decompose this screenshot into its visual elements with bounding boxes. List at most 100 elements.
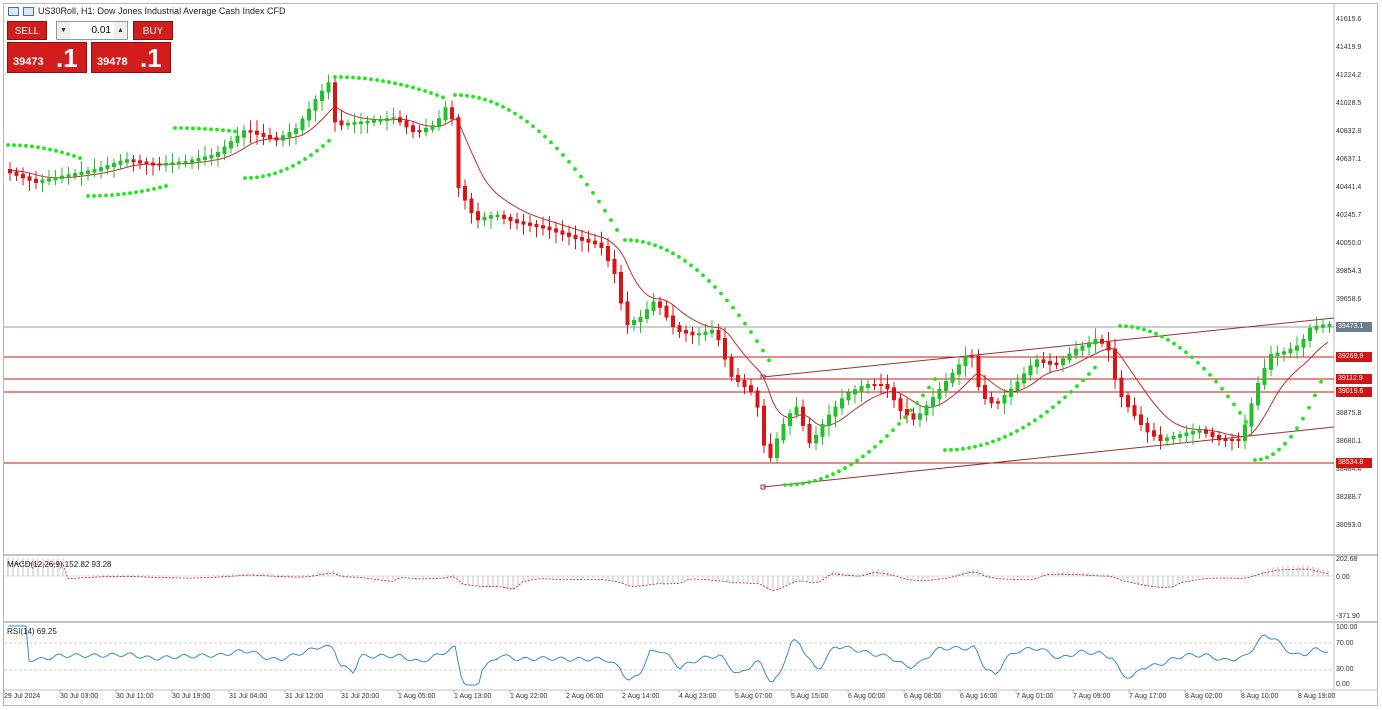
candle-body (131, 159, 136, 163)
sar-dot (152, 186, 156, 191)
sar-dot (1313, 393, 1317, 398)
sar-dot (783, 483, 787, 487)
candle-body (1282, 351, 1286, 355)
sar-dot (683, 258, 687, 263)
candle-body (177, 161, 181, 165)
sar-dot (561, 153, 565, 157)
sar-dot (1190, 355, 1194, 360)
price-tick-label: 38093.0 (1336, 522, 1362, 529)
candle-body (1249, 403, 1254, 427)
sar-dot (36, 145, 40, 150)
sar-dot (12, 143, 16, 147)
sar-dot (351, 75, 355, 80)
price-tick-label: 41419.9 (1336, 44, 1362, 51)
candle-body (853, 389, 857, 395)
sar-dot (203, 126, 207, 131)
rsi-tick-label: 100.00 (1336, 624, 1358, 631)
sar-dot (48, 147, 52, 152)
sar-dot (477, 96, 481, 100)
candle-body (671, 315, 675, 328)
price-chart-canvas[interactable] (0, 0, 1382, 710)
macd-tick-label: -371.90 (1336, 613, 1360, 620)
sar-dot (713, 285, 717, 289)
candle-body (1061, 358, 1065, 366)
candle-body (424, 127, 428, 133)
candle-body (482, 216, 487, 221)
sar-dot (1045, 409, 1049, 414)
macd-tick-label: 202.68 (1336, 556, 1358, 563)
candle-body (430, 125, 435, 130)
candle-body (105, 165, 110, 170)
candle-body (716, 329, 721, 340)
price-tick-label: 40050.0 (1336, 240, 1362, 247)
time-tick-label: 4 Aug 23:00 (679, 693, 717, 700)
sar-dot (801, 481, 805, 486)
candle-body (911, 413, 916, 420)
candle-body (1217, 435, 1221, 441)
sar-dot (1166, 338, 1170, 342)
candle-body (157, 163, 162, 166)
candle-body (534, 223, 539, 228)
candle-body (1178, 434, 1182, 438)
sar-dot (1319, 379, 1323, 384)
sar-dot (1283, 441, 1287, 446)
sar-dot (897, 421, 901, 426)
candle-body (463, 185, 467, 201)
candle-body (138, 160, 142, 164)
sar-dot (1027, 422, 1031, 427)
sar-dot (441, 95, 445, 100)
candle-body (1054, 362, 1059, 366)
sar-dot (1244, 419, 1248, 424)
candle-body (807, 424, 812, 444)
sar-dot (813, 478, 817, 483)
sar-dot (297, 160, 301, 165)
sar-dot (915, 401, 919, 405)
candle-body (1327, 324, 1332, 327)
sar-dot (1214, 379, 1218, 384)
sar-dot (227, 128, 231, 133)
candle-body (443, 107, 448, 121)
sar-dot (233, 129, 237, 134)
current-price-label: 39473.1 (1336, 322, 1372, 332)
sar-dot (513, 111, 517, 116)
sar-dot (767, 358, 771, 363)
candle-body (1106, 341, 1111, 351)
sar-dot (1295, 426, 1299, 431)
sar-dot (1075, 384, 1079, 389)
sar-dot (369, 77, 373, 82)
candle-body (508, 216, 513, 222)
sar-dot (1253, 458, 1257, 462)
candle-body (1132, 405, 1137, 417)
sar-dot (381, 79, 385, 83)
sar-dot (209, 127, 213, 132)
candle-body (950, 372, 955, 383)
candle-body (1184, 432, 1189, 437)
candle-body (144, 161, 149, 165)
candle-body (47, 178, 51, 182)
candle-body (378, 119, 383, 122)
sar-dot (949, 447, 953, 452)
sar-dot (961, 446, 965, 451)
candle-body (944, 380, 948, 391)
sar-dot (197, 126, 201, 131)
candle-body (294, 128, 298, 134)
candle-body (255, 130, 259, 135)
candle-body (27, 176, 32, 181)
sar-dot (743, 321, 747, 326)
sar-dot (321, 144, 325, 148)
candle-body (677, 325, 682, 332)
rsi-line (8, 625, 1328, 686)
sar-dot (158, 185, 162, 190)
sar-dot (30, 144, 34, 149)
candle-body (918, 413, 922, 420)
sar-dot (327, 138, 331, 143)
candle-body (313, 99, 318, 111)
price-tick-label: 38680.1 (1336, 438, 1362, 445)
candle-body (1171, 435, 1176, 440)
candle-body (66, 174, 71, 178)
candle-body (203, 156, 207, 160)
sar-dot (507, 108, 511, 112)
price-tick-label: 39658.6 (1336, 296, 1362, 303)
candle-body (664, 305, 669, 318)
candle-body (216, 151, 220, 157)
